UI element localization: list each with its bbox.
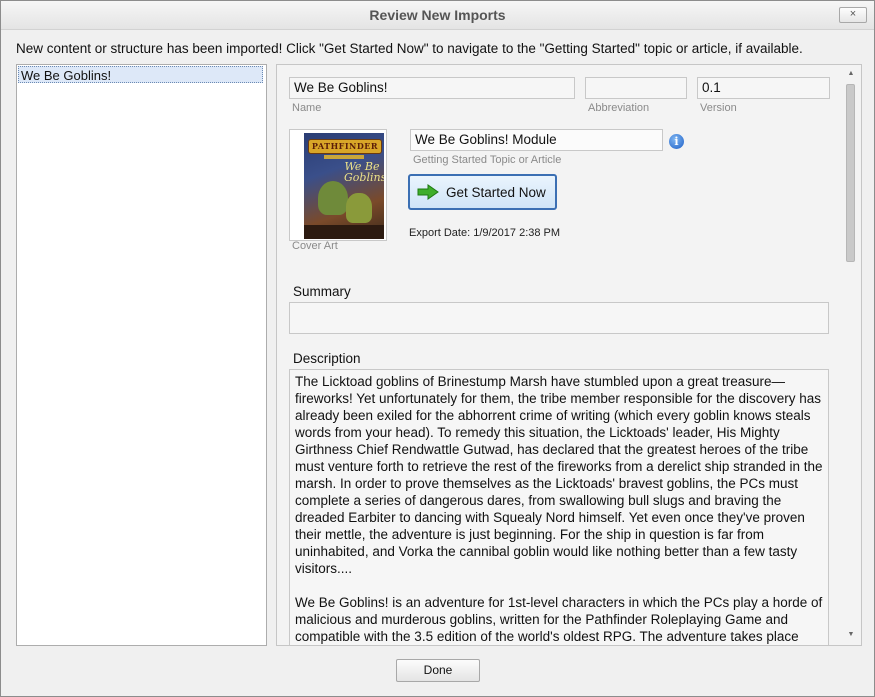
pathfinder-logo: PATHFINDER (308, 139, 382, 154)
scroll-up-icon[interactable]: ▲ (845, 68, 857, 80)
cover-art-picture: PATHFINDER We Be Goblins! (304, 133, 384, 239)
description-text: The Licktoad goblins of Brinestump Marsh… (295, 373, 824, 645)
done-button[interactable]: Done (396, 659, 480, 682)
description-paragraph: The Licktoad goblins of Brinestump Marsh… (295, 374, 823, 576)
version-caption: Version (700, 102, 737, 114)
description-label: Description (293, 351, 361, 366)
getting-started-caption: Getting Started Topic or Article (413, 154, 562, 166)
goblin-figure (346, 193, 372, 223)
cover-art-image[interactable]: PATHFINDER We Be Goblins! (289, 129, 387, 241)
get-started-now-button[interactable]: Get Started Now (408, 174, 557, 210)
description-paragraph: We Be Goblins! is an adventure for 1st-l… (295, 595, 823, 644)
goblin-figure (318, 181, 348, 215)
name-field[interactable]: We Be Goblins! (289, 77, 575, 99)
description-field[interactable]: The Licktoad goblins of Brinestump Marsh… (289, 369, 829, 645)
cover-footer (304, 225, 384, 239)
scroll-down-icon[interactable]: ▼ (845, 629, 857, 641)
name-caption: Name (292, 102, 322, 114)
arrow-right-icon (417, 184, 439, 200)
abbreviation-field[interactable] (585, 77, 687, 99)
details-panel: We Be Goblins! Name Abbreviation 0.1 Ver… (276, 64, 862, 646)
title-bar: Review New Imports × (1, 1, 874, 30)
cover-art-caption: Cover Art (292, 240, 338, 252)
import-list[interactable]: We Be Goblins! (16, 64, 267, 646)
abbreviation-caption: Abbreviation (588, 102, 650, 114)
get-started-label: Get Started Now (446, 185, 546, 200)
cover-title: We Be Goblins! (344, 160, 384, 184)
version-field[interactable]: 0.1 (697, 77, 830, 99)
cover-subtitle-bar (324, 155, 364, 159)
close-button[interactable]: × (839, 7, 867, 23)
list-item[interactable]: We Be Goblins! (18, 66, 263, 83)
review-imports-dialog: Review New Imports × New content or stru… (0, 0, 875, 697)
getting-started-field[interactable]: We Be Goblins! Module (410, 129, 663, 151)
summary-field[interactable] (289, 302, 829, 334)
export-date: Export Date: 1/9/2017 2:38 PM (409, 227, 561, 239)
intro-text: New content or structure has been import… (16, 41, 803, 56)
scroll-thumb[interactable] (846, 84, 855, 262)
vertical-scrollbar[interactable]: ▲ ▼ (842, 65, 860, 645)
summary-label: Summary (293, 284, 351, 299)
dialog-title: Review New Imports (369, 7, 506, 23)
info-icon[interactable]: i (669, 134, 684, 149)
